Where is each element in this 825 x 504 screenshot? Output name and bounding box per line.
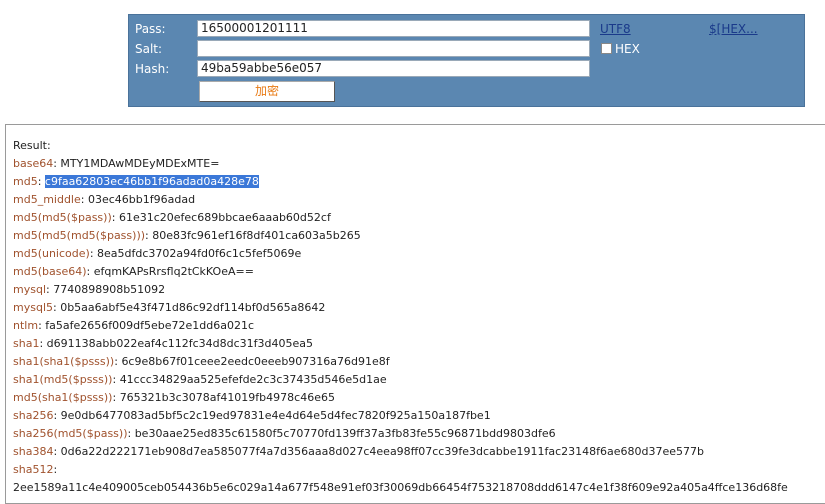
separator: : — [112, 373, 120, 386]
hash-value[interactable]: 8ea5dfdc3702a94fd0f6c1c5fef5069e — [97, 247, 301, 260]
hash-type-label: md5(base64) — [13, 265, 87, 278]
result-line: mysql: 7740898908b51092 — [13, 281, 825, 299]
result-line: md5(sha1($psss)): 765321b3c3078af41019fb… — [13, 389, 825, 407]
hash-value[interactable]: fa5afe2656f009df5ebe72e1dd6a021c — [45, 319, 254, 332]
result-line: md5(base64): efqmKAPsRrsflq2tCkKOeA== — [13, 263, 825, 281]
hash-value[interactable]: be30aae25ed835c61580f5c70770fd139ff37a3f… — [135, 427, 556, 440]
result-line: sha512: — [13, 461, 825, 479]
separator: : — [89, 247, 98, 260]
utf8-link[interactable]: UTF8 — [600, 22, 631, 36]
separator: : — [53, 463, 58, 476]
result-line: md5: c9faa62803ec46bb1f96adad0a428e78 — [13, 173, 825, 191]
result-line: md5(md5($pass)): 61e31c20efec689bbcae6aa… — [13, 209, 825, 227]
hash-value[interactable]: d691138abb022eaf4c112fc34d8dc31f3d405ea5 — [47, 337, 313, 350]
separator: : — [112, 391, 120, 404]
result-line: sha1(sha1($psss)): 6c9e8b67f01ceee2eedc0… — [13, 353, 825, 371]
hash-type-label: md5(md5(md5($pass))) — [13, 229, 146, 242]
hash-type-label: sha384 — [13, 445, 54, 458]
result-line: md5(md5(md5($pass))): 80e83fc961ef16f8df… — [13, 227, 825, 245]
result-line: md5(unicode): 8ea5dfdc3702a94fd0f6c1c5fe… — [13, 245, 825, 263]
hash-form-panel: Pass: 16500001201111 UTF8 $[HEX... Salt:… — [128, 14, 805, 107]
hex-link[interactable]: $[HEX... — [709, 22, 758, 36]
hash-value[interactable]: 6c9e8b67f01ceee2eedc0eeeb907316a76d91e8f — [121, 355, 389, 368]
hash-type-label: md5_middle — [13, 193, 81, 206]
separator: : — [86, 265, 94, 278]
separator: : — [80, 193, 88, 206]
hash-value[interactable]: 0d6a22d222171eb908d7ea585077f4a7d356aaa8… — [61, 445, 704, 458]
separator: : — [39, 337, 47, 350]
hex-checkbox-label: HEX — [615, 42, 640, 56]
hash-type-label: sha1 — [13, 337, 40, 350]
separator: : — [127, 427, 135, 440]
result-panel: Result: base64: MTY1MDAwMDEyMDExMTE= md5:… — [5, 124, 825, 504]
result-line: sha384: 0d6a22d222171eb908d7ea585077f4a7… — [13, 443, 825, 461]
hash-value[interactable]: 80e83fc961ef16f8df401ca603a5b265 — [152, 229, 361, 242]
separator: : — [53, 409, 61, 422]
separator: : — [111, 211, 119, 224]
hash-value[interactable]: 0b5aa6abf5e43f471d86c92df114bf0d565a8642 — [60, 301, 325, 314]
result-line: 2ee1589a11c4e409005ceb054436b5e6c029a14a… — [13, 479, 825, 497]
hash-value[interactable]: 9e0db6477083ad5bf5c2c19ed97831e4e4d64e5d… — [61, 409, 491, 422]
result-line: base64: MTY1MDAwMDEyMDExMTE= — [13, 155, 825, 173]
hash-value[interactable]: 7740898908b51092 — [53, 283, 165, 296]
hash-type-label: md5(md5($pass)) — [13, 211, 112, 224]
result-line: sha1: d691138abb022eaf4c112fc34d8dc31f3d… — [13, 335, 825, 353]
result-line: ntlm: fa5afe2656f009df5ebe72e1dd6a021c — [13, 317, 825, 335]
separator: : — [53, 445, 61, 458]
result-title: Result: — [13, 139, 51, 152]
hash-value[interactable]: 41ccc34829aa525efefde2c3c37435d546e5d1ae — [120, 373, 387, 386]
hash-type-label: sha256 — [13, 409, 54, 422]
hash-label: Hash: — [135, 62, 170, 76]
hash-type-label: sha512 — [13, 463, 54, 476]
hash-type-label: md5 — [13, 175, 38, 188]
hash-type-label: md5(sha1($psss)) — [13, 391, 113, 404]
hash-type-label: sha1(sha1($psss)) — [13, 355, 115, 368]
result-lines: base64: MTY1MDAwMDEyMDExMTE= md5: c9faa62… — [13, 155, 825, 497]
pass-label: Pass: — [135, 22, 166, 36]
hash-type-label: base64 — [13, 157, 54, 170]
hash-value[interactable]: efqmKAPsRrsflq2tCkKOeA== — [94, 265, 254, 278]
hash-type-label: mysql5 — [13, 301, 53, 314]
hash-value[interactable]: 2ee1589a11c4e409005ceb054436b5e6c029a14a… — [13, 481, 788, 494]
pass-input[interactable]: 16500001201111 — [197, 20, 590, 37]
hash-value[interactable]: c9faa62803ec46bb1f96adad0a428e78 — [44, 175, 259, 188]
result-line: sha256(md5($pass)): be30aae25ed835c61580… — [13, 425, 825, 443]
hash-type-label: md5(unicode) — [13, 247, 90, 260]
result-line: md5_middle: 03ec46bb1f96adad — [13, 191, 825, 209]
hash-type-label: sha1(md5($psss)) — [13, 373, 113, 386]
pass-row: Pass: 16500001201111 UTF8 $[HEX... — [129, 19, 804, 39]
encrypt-button[interactable]: 加密 — [199, 81, 335, 102]
hash-value[interactable]: 61e31c20efec689bbcae6aaab60d52cf — [119, 211, 331, 224]
result-line: sha256: 9e0db6477083ad5bf5c2c19ed97831e4… — [13, 407, 825, 425]
hash-value[interactable]: MTY1MDAwMDEyMDExMTE= — [60, 157, 219, 170]
salt-input[interactable] — [197, 40, 590, 57]
hash-value[interactable]: 03ec46bb1f96adad — [88, 193, 195, 206]
hex-checkbox[interactable] — [601, 43, 612, 54]
result-line: mysql5: 0b5aa6abf5e43f471d86c92df114bf0d… — [13, 299, 825, 317]
separator: : — [37, 175, 45, 188]
hash-type-label: ntlm — [13, 319, 39, 332]
hash-input[interactable]: 49ba59abbe56e057 — [197, 60, 590, 77]
result-line: sha1(md5($psss)): 41ccc34829aa525efefde2… — [13, 371, 825, 389]
salt-label: Salt: — [135, 42, 163, 56]
hash-value[interactable]: 765321b3c3078af41019fb4978c46e65 — [120, 391, 335, 404]
hash-row: Hash: 49ba59abbe56e057 — [129, 59, 804, 79]
salt-row: Salt: HEX — [129, 39, 804, 59]
hash-type-label: mysql — [13, 283, 46, 296]
hash-type-label: sha256(md5($pass)) — [13, 427, 128, 440]
